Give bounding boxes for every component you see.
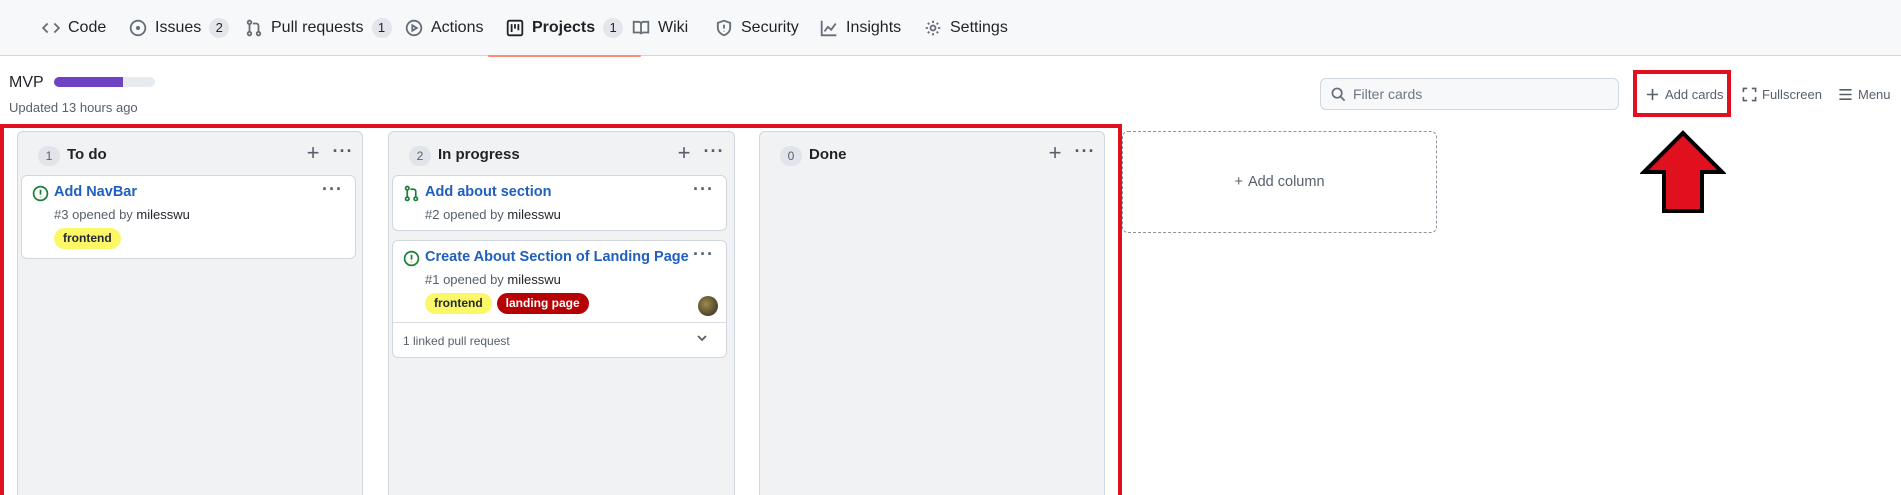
- tab-label: Actions: [431, 19, 484, 36]
- project-progress-fill: [54, 77, 123, 87]
- project-updated-text: Updated 13 hours ago: [9, 100, 138, 115]
- add-column-button[interactable]: + Add column: [1122, 131, 1437, 233]
- hamburger-icon: [1839, 88, 1852, 100]
- project-title: MVP: [9, 74, 44, 91]
- fullscreen-icon: [1742, 87, 1757, 101]
- tab-security[interactable]: Security: [711, 0, 803, 56]
- menu-label: Menu: [1858, 86, 1891, 102]
- fullscreen-button[interactable]: Fullscreen: [1742, 80, 1822, 108]
- tab-actions[interactable]: Actions: [401, 0, 487, 56]
- tab-label: Pull requests: [271, 19, 364, 36]
- tab-issues[interactable]: Issues 2: [125, 0, 233, 56]
- projects-counter: 1: [603, 18, 624, 38]
- tab-label: Settings: [950, 19, 1008, 36]
- search-icon: [1331, 87, 1346, 102]
- plus-icon: +: [1234, 174, 1243, 190]
- tab-label: Wiki: [658, 19, 689, 36]
- tab-label: Insights: [846, 19, 902, 36]
- tab-label: Projects: [532, 19, 596, 36]
- tab-pull-requests[interactable]: Pull requests 1: [241, 0, 396, 56]
- project-icon: [506, 19, 524, 37]
- repo-nav: Code Issues 2 Pull requests 1 Actions Pr…: [0, 0, 1901, 57]
- tab-code[interactable]: Code: [38, 0, 110, 56]
- add-column-label: Add column: [1247, 174, 1325, 190]
- tab-insights[interactable]: Insights: [816, 0, 905, 56]
- add-cards-highlight: [1633, 70, 1731, 117]
- red-arrow-annotation: [1640, 130, 1726, 213]
- menu-button[interactable]: Menu: [1838, 80, 1891, 108]
- issues-counter: 2: [209, 18, 230, 38]
- pull-requests-counter: 1: [371, 18, 392, 38]
- tab-projects[interactable]: Projects 1: [487, 0, 642, 57]
- board-highlight: [0, 124, 1122, 495]
- filter-cards-field[interactable]: [1320, 78, 1619, 110]
- graph-icon: [820, 20, 837, 37]
- filter-cards-input[interactable]: [1353, 79, 1613, 109]
- tab-label: Issues: [155, 19, 202, 36]
- issue-icon: [129, 19, 147, 37]
- gear-icon: [925, 20, 941, 36]
- tab-label: Security: [741, 19, 799, 36]
- play-icon: [405, 19, 423, 37]
- tab-wiki[interactable]: Wiki: [628, 0, 692, 56]
- tab-settings[interactable]: Settings: [920, 0, 1012, 56]
- pull-request-icon: [246, 19, 262, 37]
- shield-icon: [716, 19, 732, 37]
- code-icon: [42, 22, 60, 34]
- book-icon: [632, 20, 650, 35]
- tab-label: Code: [68, 19, 107, 36]
- project-progress-bar: [54, 77, 155, 87]
- fullscreen-label: Fullscreen: [1762, 86, 1822, 102]
